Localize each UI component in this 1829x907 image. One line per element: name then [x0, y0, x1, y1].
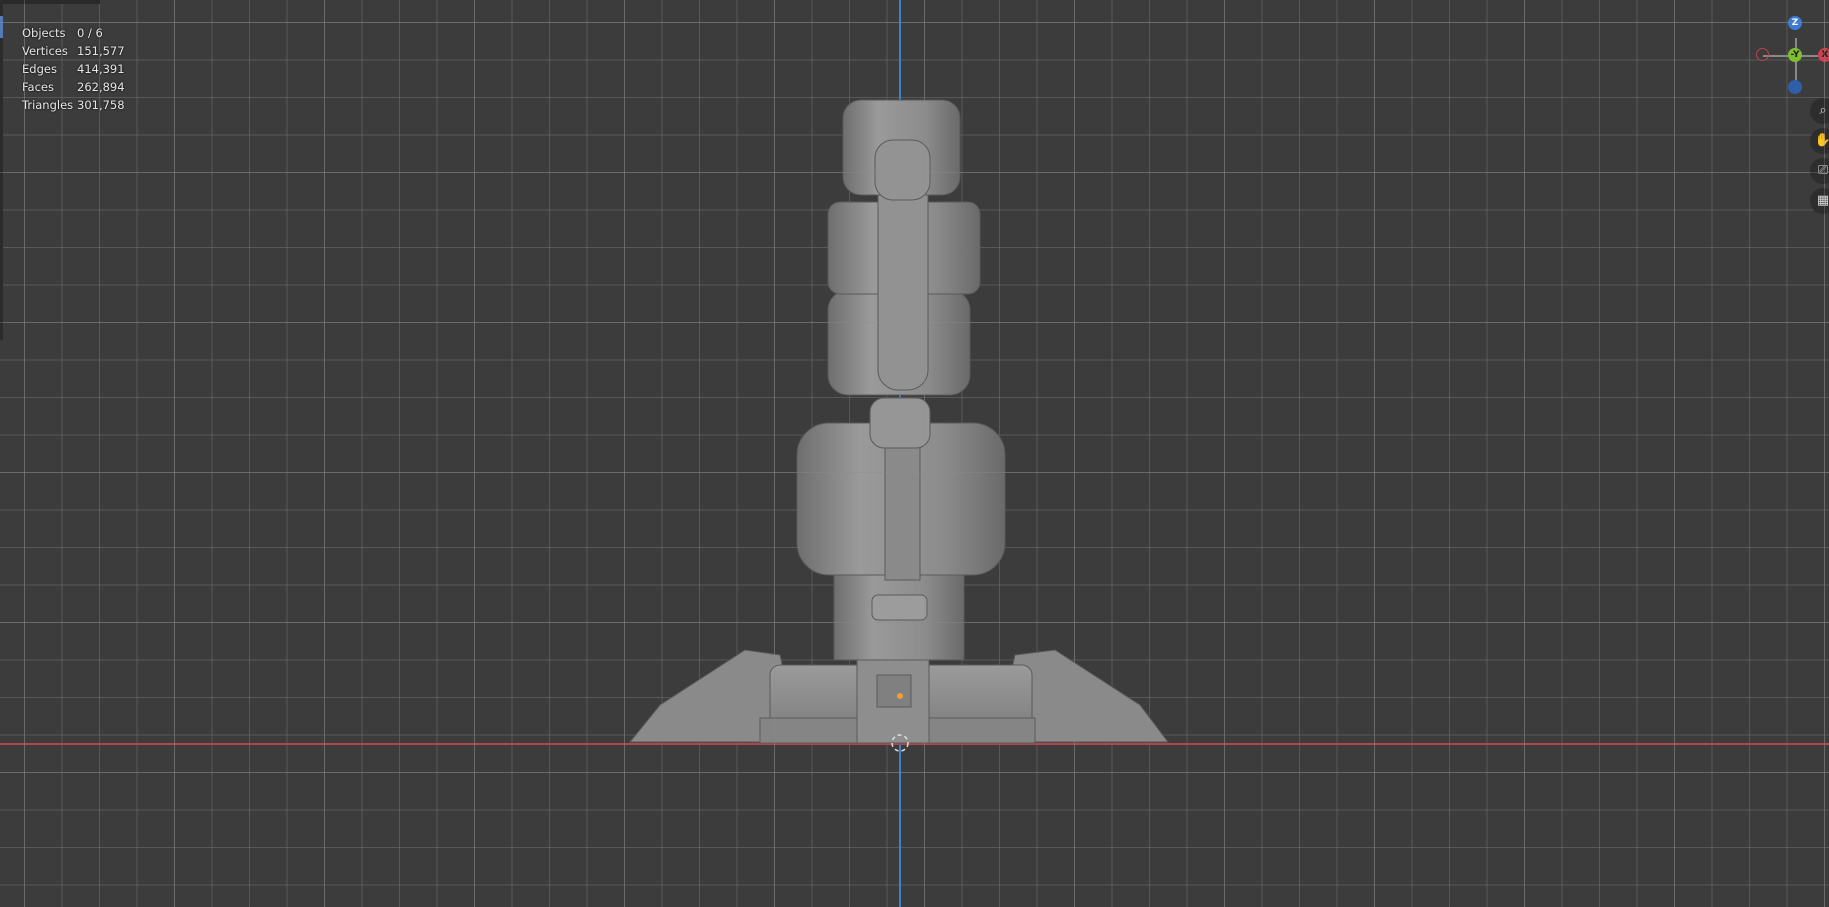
elbow-link	[869, 397, 931, 449]
stat-label: Objects	[22, 26, 66, 40]
camera-icon[interactable]: ⎚	[1810, 158, 1829, 184]
stat-faces: Faces 262,894	[22, 78, 125, 96]
stat-value: 414,391	[77, 62, 125, 76]
stat-label: Faces	[22, 80, 54, 94]
gizmo-x-axis[interactable]: X	[1818, 48, 1829, 62]
stat-label: Edges	[22, 62, 57, 76]
stat-vertices: Vertices 151,577	[22, 42, 125, 60]
stat-value: 301,758	[77, 98, 125, 112]
scene-statistics: Objects 0 / 6 Vertices 151,577 Edges 414…	[22, 24, 125, 114]
stat-triangles: Triangles 301,758	[22, 96, 125, 114]
stat-label: Vertices	[22, 44, 68, 58]
gizmo-z-axis[interactable]: Z	[1788, 16, 1802, 30]
stat-value: 262,894	[77, 80, 125, 94]
wrist-link	[874, 139, 931, 201]
stat-edges: Edges 414,391	[22, 60, 125, 78]
object-origin	[897, 693, 903, 699]
pan-hand-icon[interactable]: ✋	[1810, 128, 1829, 154]
robot-arm-model[interactable]	[0, 0, 1829, 907]
gizmo-neg-y-axis[interactable]: -Y	[1788, 48, 1802, 62]
stat-value: 0 / 6	[77, 26, 103, 40]
base-panel	[876, 674, 912, 708]
gizmo-neg-z-axis[interactable]	[1788, 80, 1802, 94]
lower-pin	[871, 594, 928, 621]
3d-viewport[interactable]: Objects 0 / 6 Vertices 151,577 Edges 414…	[0, 0, 1829, 907]
zoom-icon[interactable]: ⌕	[1810, 98, 1829, 124]
gizmo-neg-x-axis[interactable]	[1756, 48, 1769, 61]
stat-value: 151,577	[77, 44, 125, 58]
stat-objects: Objects 0 / 6	[22, 24, 125, 42]
grid-view-icon[interactable]: ▦	[1810, 188, 1829, 214]
navigation-gizmo[interactable]: Z -Y X	[1755, 16, 1829, 96]
stat-label: Triangles	[22, 98, 74, 112]
